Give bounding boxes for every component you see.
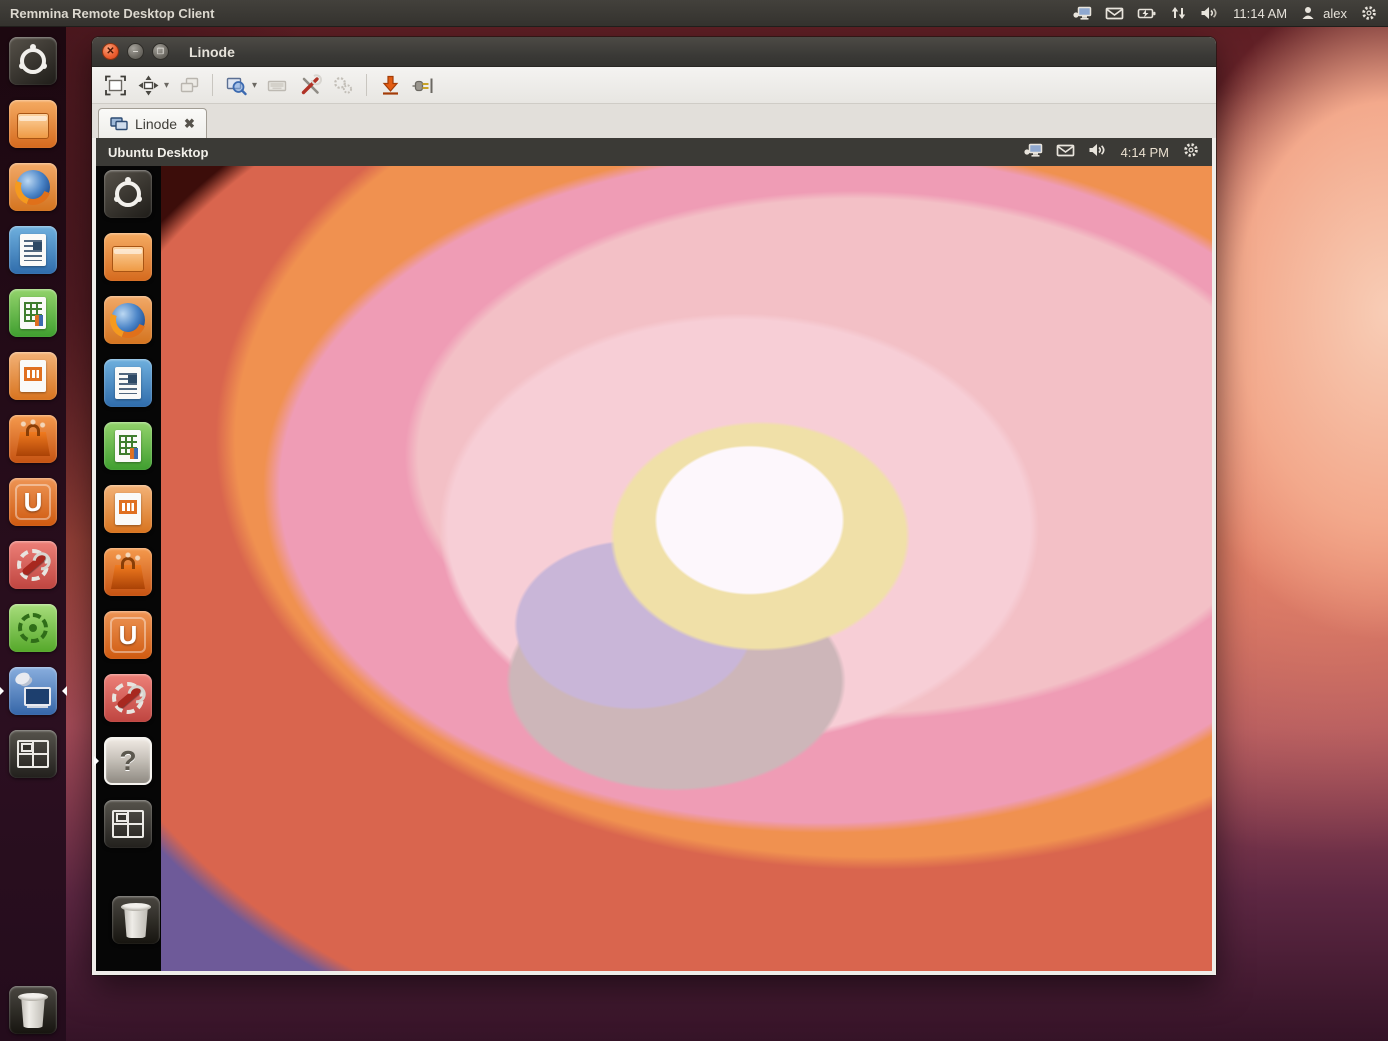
launcher-item-libreoffice-impress[interactable]: [9, 352, 57, 400]
launcher-item-trash[interactable]: [9, 986, 57, 1034]
preferences-tools-button[interactable]: [297, 72, 323, 98]
grab-keyboard-button[interactable]: [264, 72, 290, 98]
toggle-fullscreen-button[interactable]: [102, 72, 128, 98]
launcher-item-libreoffice-calc[interactable]: [9, 289, 57, 337]
window-maximize-button[interactable]: ❐: [152, 43, 169, 60]
remote-launcher-item-workspace-switcher[interactable]: [104, 800, 152, 848]
tab-close-icon[interactable]: ✖: [184, 116, 195, 132]
connection-tabbar: Linode ✖: [92, 104, 1216, 138]
unity-launcher: U: [0, 27, 66, 1041]
desktop: { "panel": { "title": "Remmina Remote De…: [0, 0, 1388, 1041]
remote-session-indicator-icon[interactable]: [1072, 4, 1092, 22]
remote-panel-clock[interactable]: 4:14 PM: [1121, 145, 1169, 160]
remote-launcher-item-dash-home[interactable]: [104, 170, 152, 218]
disconnect-plug-button[interactable]: [410, 72, 436, 98]
remote-session-indicator-icon[interactable]: [1023, 141, 1043, 164]
remote-top-panel: Ubuntu Desktop 4:14 PM: [96, 138, 1212, 166]
launcher-item-system-settings[interactable]: [9, 541, 57, 589]
launcher-item-software-updater[interactable]: [9, 604, 57, 652]
remote-launcher-item-libreoffice-calc[interactable]: [104, 422, 152, 470]
remote-launcher-item-trash[interactable]: [112, 896, 160, 944]
mail-icon[interactable]: [1105, 5, 1124, 21]
trash-icon: [112, 896, 160, 944]
remote-desktop[interactable]: U ?: [96, 166, 1212, 971]
remote-indicator-tray: 4:14 PM: [1023, 141, 1212, 164]
remote-panel-title: Ubuntu Desktop: [96, 145, 208, 160]
trash-icon: [9, 986, 57, 1034]
launcher-item-libreoffice-writer[interactable]: [9, 226, 57, 274]
launcher-item-software-center[interactable]: [9, 415, 57, 463]
window-close-button[interactable]: ✕: [102, 43, 119, 60]
remote-unity-launcher: U ?: [96, 166, 161, 971]
launcher-item-firefox[interactable]: [9, 163, 57, 211]
launcher-item-home-folder[interactable]: [9, 100, 57, 148]
window-title: Linode: [189, 44, 235, 60]
mail-icon[interactable]: [1056, 142, 1075, 163]
indicator-tray: 11:14 AM alex: [1072, 4, 1388, 22]
tab-label: Linode: [135, 116, 177, 132]
remote-launcher-item-ubuntu-one[interactable]: U: [104, 611, 152, 659]
connection-settings-gears-button[interactable]: [330, 72, 356, 98]
remmina-window: ✕ – ❐ Linode ▾ ▾: [92, 37, 1216, 975]
session-gear-icon[interactable]: [1360, 4, 1378, 22]
remote-launcher-item-libreoffice-impress[interactable]: [104, 485, 152, 533]
user-icon[interactable]: [1300, 5, 1316, 21]
launcher-item-dash-home[interactable]: [9, 37, 57, 85]
take-screenshot-button[interactable]: [377, 72, 403, 98]
launcher-item-remmina[interactable]: [9, 667, 57, 715]
remote-session-viewport: Ubuntu Desktop 4:14 PM: [92, 138, 1216, 975]
duplicate-connection-button[interactable]: [176, 72, 202, 98]
remote-launcher-item-firefox[interactable]: [104, 296, 152, 344]
remote-launcher-item-unknown-app[interactable]: ?: [104, 737, 152, 785]
launcher-item-ubuntu-one[interactable]: U: [9, 478, 57, 526]
top-panel: Remmina Remote Desktop Client 11:14 AM a…: [0, 0, 1388, 27]
fit-window-dropdown-icon[interactable]: ▾: [164, 80, 169, 91]
scaled-mode-button[interactable]: [223, 72, 249, 98]
remote-launcher-item-libreoffice-writer[interactable]: [104, 359, 152, 407]
username[interactable]: alex: [1323, 6, 1347, 21]
remote-launcher-item-system-settings[interactable]: [104, 674, 152, 722]
window-titlebar[interactable]: ✕ – ❐ Linode: [92, 37, 1216, 67]
volume-icon[interactable]: [1088, 142, 1108, 163]
remote-launcher-item-software-center[interactable]: [104, 548, 152, 596]
tab-linode[interactable]: Linode ✖: [98, 108, 207, 138]
remmina-toolbar: ▾ ▾: [92, 67, 1216, 104]
session-gear-icon[interactable]: [1182, 141, 1200, 164]
scaled-mode-dropdown-icon[interactable]: ▾: [252, 80, 257, 91]
remote-launcher-item-home-folder[interactable]: [104, 233, 152, 281]
launcher-item-workspace-switcher[interactable]: [9, 730, 57, 778]
fit-window-button[interactable]: [135, 72, 161, 98]
tab-screens-icon: [110, 117, 128, 131]
active-app-title: Remmina Remote Desktop Client: [0, 6, 214, 21]
window-minimize-button[interactable]: –: [127, 43, 144, 60]
battery-icon[interactable]: [1137, 5, 1157, 21]
panel-clock[interactable]: 11:14 AM: [1233, 6, 1287, 21]
remote-wallpaper[interactable]: [161, 166, 1212, 971]
network-transfer-icon[interactable]: [1170, 5, 1187, 21]
volume-icon[interactable]: [1200, 5, 1220, 21]
